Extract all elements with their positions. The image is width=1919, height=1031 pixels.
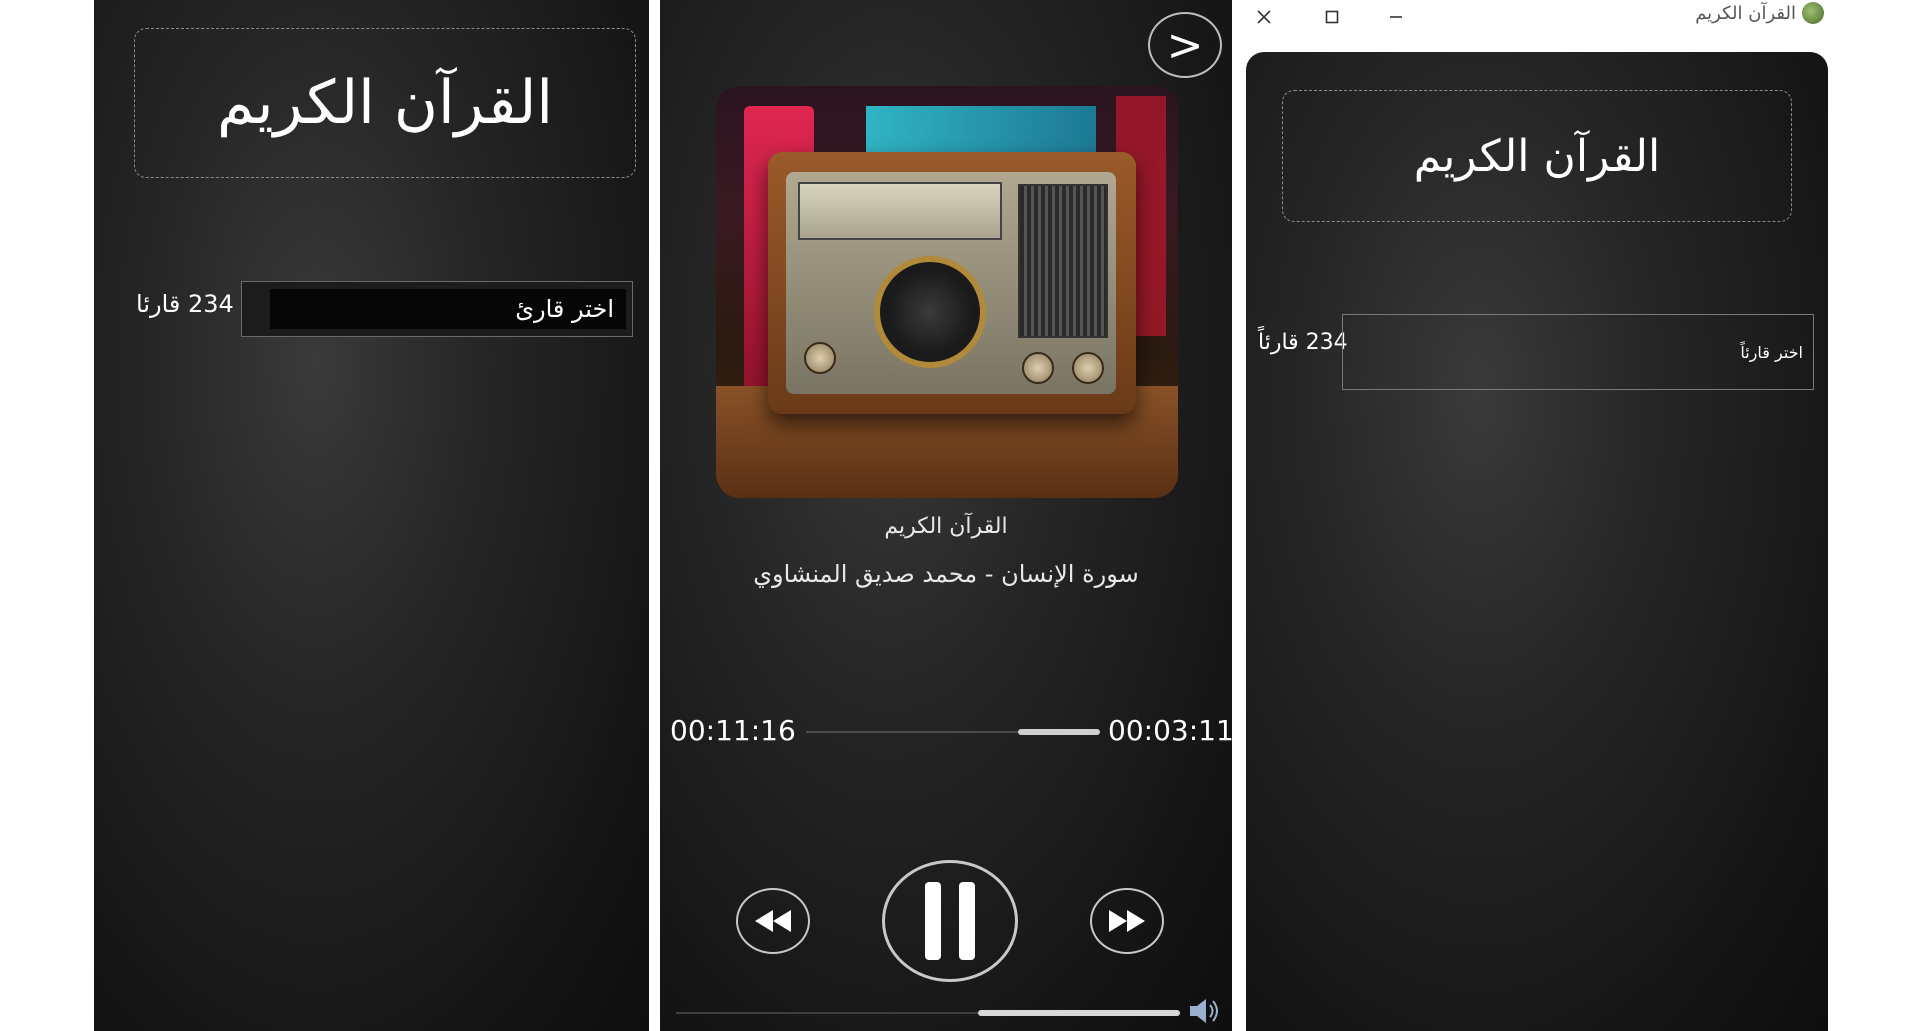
seek-progress [1017, 729, 1100, 735]
rewind-button[interactable] [736, 888, 810, 954]
total-time: 00:11:16 [670, 714, 796, 747]
pause-button[interactable] [882, 860, 1018, 982]
fast-forward-button[interactable] [1090, 888, 1164, 954]
minimize-button[interactable] [1368, 0, 1424, 34]
app-heading: القرآن الكريم [1282, 90, 1792, 222]
speaker-icon[interactable] [1188, 996, 1222, 1026]
album-art-radio-image [716, 86, 1178, 498]
next-button[interactable]: > [1148, 12, 1222, 78]
window-content: القرآن الكريم 234 قارئاً اختر قارئاً [1246, 52, 1828, 1031]
track-title: القرآن الكريم [884, 514, 1008, 539]
seek-slider[interactable] [806, 729, 1100, 735]
fast-forward-icon [1109, 910, 1145, 932]
minimize-icon [1390, 16, 1402, 18]
rewind-icon [755, 910, 791, 932]
window-titlebar: القرآن الكريم [1236, 0, 1828, 34]
reciter-count-label: 234 قارئاً [1258, 330, 1348, 355]
app-window: القرآن الكريم القرآن الكريم 234 قارئاً ا… [1236, 0, 1828, 1031]
maximize-button[interactable] [1304, 0, 1360, 34]
elapsed-time: 00:03:11 [1108, 714, 1232, 747]
pause-icon [925, 882, 941, 960]
reciter-select[interactable]: اختر قارئاً [1342, 314, 1814, 390]
reciter-select-placeholder[interactable]: اختر قارئاً [1343, 315, 1813, 389]
reciter-select[interactable]: اختر قارئ [241, 281, 633, 337]
window-title: القرآن الكريم [1695, 3, 1796, 24]
player-panel: > القرآن الكريم سورة الإنسان - محمد صديق… [660, 0, 1232, 1031]
track-subtitle: سورة الإنسان - محمد صديق المنشاوي [753, 560, 1139, 588]
volume-level [978, 1010, 1180, 1016]
reciter-select-placeholder[interactable]: اختر قارئ [270, 289, 626, 329]
reciter-selection-panel: القرآن الكريم 234 قارئا اختر قارئ [94, 0, 649, 1031]
reciter-count-label: 234 قارئا [136, 290, 234, 318]
close-button[interactable] [1236, 0, 1292, 34]
app-title: القرآن الكريم [134, 28, 636, 178]
maximize-icon [1325, 10, 1339, 24]
volume-slider[interactable] [676, 1010, 1180, 1016]
app-icon [1802, 2, 1824, 24]
close-icon [1257, 10, 1271, 24]
